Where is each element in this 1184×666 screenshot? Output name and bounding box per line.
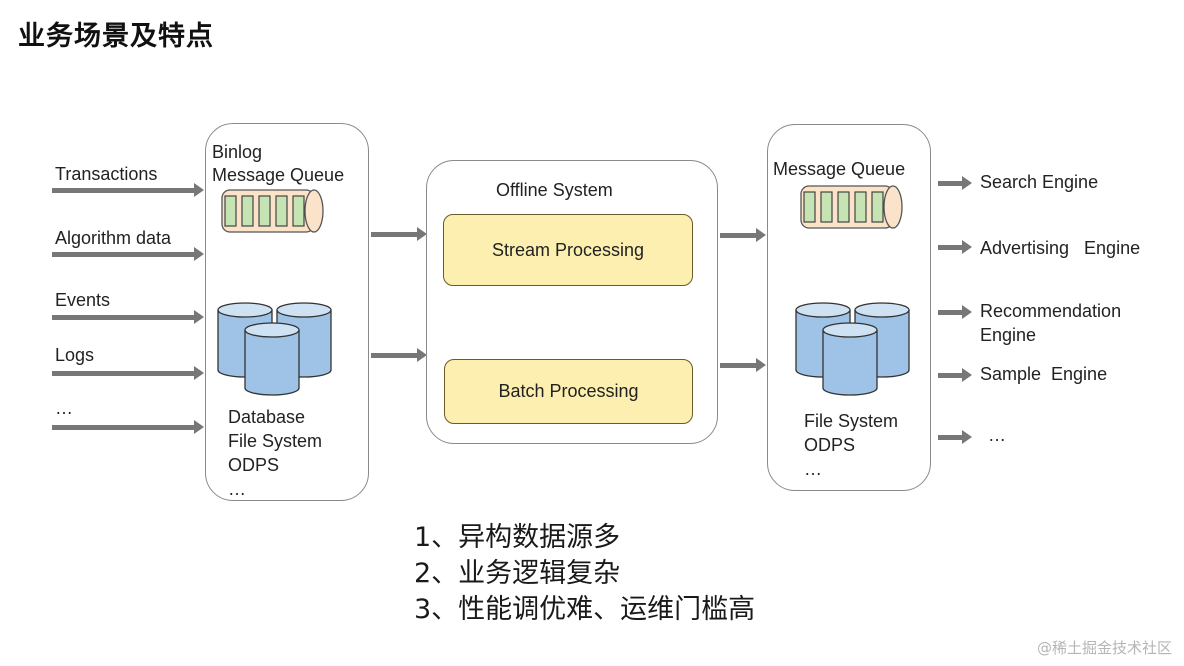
arrow-advertising-engine: [938, 240, 972, 254]
output-storage-list: File System ODPS …: [804, 409, 898, 481]
output-queue-label: Message Queue: [773, 159, 906, 179]
arrow-from-stream: [720, 228, 766, 242]
output-storage-more: …: [804, 459, 822, 479]
page-title: 业务场景及特点: [18, 21, 214, 52]
ingest-storage-more: …: [228, 479, 246, 499]
arrow-logs: [52, 366, 204, 380]
arrow-more: [52, 420, 204, 434]
output-message-queue-icon: [800, 185, 903, 229]
output-storage-odps: ODPS: [804, 435, 856, 455]
ingest-storage-filesystem: File System: [228, 431, 323, 451]
source-more: …: [55, 398, 73, 418]
source-algorithm-data: Algorithm data: [55, 228, 172, 248]
arrow-to-stream: [371, 227, 427, 241]
watermark: @稀土掘金技术社区: [1036, 639, 1172, 657]
source-logs: Logs: [55, 345, 95, 365]
output-database-icon: [795, 302, 910, 396]
arrow-search-engine: [938, 176, 972, 190]
stream-processing-box: Stream Processing: [443, 214, 693, 286]
arrow-sample-engine: [938, 368, 972, 382]
arrow-events: [52, 310, 204, 324]
consumer-sample-engine: Sample Engine: [980, 364, 1108, 384]
arrow-from-batch: [720, 358, 766, 372]
ingest-storage-database: Database: [228, 407, 306, 427]
consumer-search-engine: Search Engine: [980, 172, 1099, 192]
database-icon: [217, 302, 332, 396]
characteristic-item: 3、性能调优难、运维门槛高: [414, 594, 756, 625]
offline-system-title: Offline System: [496, 180, 613, 200]
arrow-to-batch: [371, 348, 427, 362]
ingest-storage-list: Database File System ODPS …: [228, 405, 322, 501]
arrow-algorithm-data: [52, 247, 204, 261]
batch-processing-box: Batch Processing: [444, 359, 693, 424]
source-events: Events: [55, 290, 111, 310]
arrow-more-consumers: [938, 430, 972, 444]
characteristic-item: 2、业务逻辑复杂: [414, 558, 621, 589]
consumer-advertising-engine: Advertising Engine: [980, 238, 1141, 258]
output-storage-filesystem: File System: [804, 411, 899, 431]
arrow-recommendation-engine: [938, 305, 972, 319]
source-transactions: Transactions: [55, 164, 158, 184]
consumer-recommendation-line2: Engine: [980, 325, 1037, 345]
ingest-queue-label-line2: Message Queue: [212, 165, 345, 185]
ingest-queue-label-line1: Binlog: [212, 142, 263, 162]
consumer-recommendation-line1: Recommendation: [980, 301, 1122, 321]
arrow-transactions: [52, 183, 204, 197]
characteristics-list: 1、异构数据源多 2、业务逻辑复杂 3、性能调优难、运维门槛高: [414, 520, 755, 628]
ingest-storage-odps: ODPS: [228, 455, 280, 475]
message-queue-icon: [221, 189, 324, 233]
consumer-more: …: [988, 425, 1006, 445]
characteristic-item: 1、异构数据源多: [414, 522, 621, 553]
